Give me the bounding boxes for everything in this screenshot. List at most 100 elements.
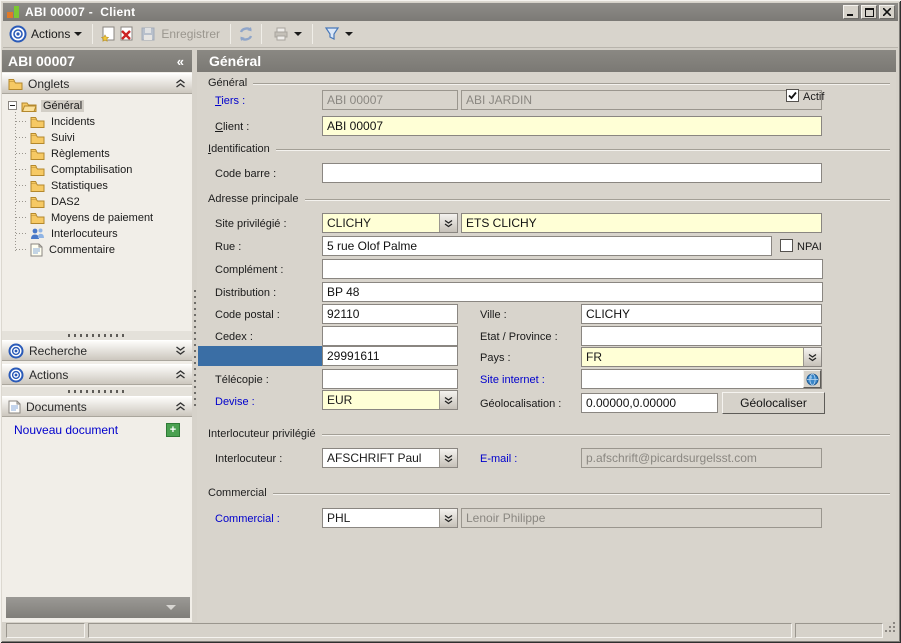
tree-item-reglements[interactable]: Règlements	[30, 146, 112, 161]
actions-menu-button[interactable]: Actions	[27, 25, 86, 43]
open-website-button[interactable]	[803, 370, 821, 388]
maximize-button[interactable]	[861, 5, 877, 19]
recherche-label: Recherche	[29, 344, 87, 358]
tree-item-label: Interlocuteurs	[49, 228, 120, 240]
site-internet-label[interactable]: Site internet :	[480, 374, 545, 386]
documents-section-header[interactable]: Documents	[2, 396, 192, 417]
onglets-section-header[interactable]: Onglets	[2, 73, 192, 94]
folder-icon	[30, 116, 45, 128]
ville-field[interactable]	[581, 304, 822, 324]
new-record-button[interactable]	[99, 25, 117, 43]
chevron-up-icon[interactable]	[175, 368, 186, 382]
chevron-down-icon[interactable]	[175, 344, 186, 358]
telecopie-field[interactable]	[322, 369, 458, 389]
sidebar-splitter[interactable]	[2, 331, 192, 340]
tiers-label[interactable]: Tiers :	[215, 95, 245, 107]
actif-label: Actif	[803, 91, 824, 103]
collapsed-panel-bar[interactable]	[6, 597, 190, 618]
group-interlocuteur: Interlocuteur privilégié	[208, 428, 890, 440]
status-bar	[3, 622, 898, 640]
tree-item-statistiques[interactable]: Statistiques	[30, 178, 110, 193]
document-icon	[8, 400, 21, 414]
chevron-up-icon[interactable]	[175, 400, 186, 414]
add-document-button[interactable]: +	[166, 423, 180, 437]
site-internet-field[interactable]	[581, 369, 822, 389]
npai-checkbox[interactable]	[780, 239, 793, 252]
commercial-label[interactable]: Commercial :	[215, 513, 280, 525]
pays-label: Pays :	[480, 352, 511, 364]
collapse-expander-icon[interactable]	[8, 101, 17, 110]
actions-section-header[interactable]: Actions	[2, 364, 192, 385]
commercial-combo[interactable]: PHL	[322, 508, 458, 528]
site-privilegie-combo[interactable]: CLICHY	[322, 213, 458, 233]
combo-dropdown-button[interactable]	[439, 449, 457, 467]
recherche-section-header[interactable]: Recherche	[2, 340, 192, 361]
combo-dropdown-button[interactable]	[439, 214, 457, 232]
group-adresse-label: Adresse principale	[208, 193, 299, 205]
devise-value: EUR	[323, 391, 439, 409]
tree-item-comptabilisation[interactable]: Comptabilisation	[30, 162, 134, 177]
complement-field[interactable]	[322, 259, 823, 279]
site-name-field[interactable]	[461, 213, 822, 233]
delete-record-button[interactable]	[117, 25, 135, 43]
tree-item-label: Statistiques	[49, 180, 110, 192]
telephone-field[interactable]	[322, 346, 458, 366]
minimize-button[interactable]	[843, 5, 859, 19]
new-document-link[interactable]: Nouveau document	[14, 423, 118, 437]
devise-combo[interactable]: EUR	[322, 390, 458, 410]
rue-field[interactable]	[322, 236, 772, 256]
sidebar-collapse-button[interactable]: «	[175, 54, 186, 69]
globe-icon	[806, 373, 819, 386]
group-general-label: Général	[208, 77, 247, 89]
etat-province-field[interactable]	[581, 326, 822, 346]
chevron-up-icon[interactable]	[175, 77, 186, 91]
email-field	[581, 448, 822, 468]
distribution-field[interactable]	[322, 282, 823, 302]
email-label[interactable]: E-mail :	[480, 453, 517, 465]
devise-label[interactable]: Devise :	[215, 396, 255, 408]
group-general: Général	[208, 77, 890, 89]
target-icon	[8, 343, 24, 359]
documents-label: Documents	[26, 400, 87, 414]
commercial-name-field	[461, 508, 822, 528]
ville-label: Ville :	[480, 309, 507, 321]
geolocaliser-button[interactable]: Géolocaliser	[722, 392, 825, 414]
tree-item-commentaire[interactable]: Commentaire	[30, 242, 117, 257]
filter-button[interactable]	[319, 23, 357, 45]
folder-icon	[30, 148, 45, 160]
tree-item-das2[interactable]: DAS2	[30, 194, 82, 209]
code-barre-field[interactable]	[322, 163, 822, 183]
resize-grip[interactable]	[884, 620, 896, 638]
app-window: ABI 00007 - Client Actions Enregistrer	[0, 0, 901, 643]
combo-dropdown-button[interactable]	[803, 348, 821, 366]
tree-item-interlocuteurs[interactable]: Interlocuteurs	[30, 226, 120, 241]
refresh-icon[interactable]	[237, 25, 255, 43]
commercial-value: PHL	[323, 509, 439, 527]
close-button[interactable]	[879, 5, 895, 19]
interlocuteur-combo[interactable]: AFSCHRIFT Paul	[322, 448, 458, 468]
code-postal-field[interactable]	[322, 304, 458, 324]
combo-dropdown-button[interactable]	[439, 509, 457, 527]
tree-item-suivi[interactable]: Suivi	[30, 130, 77, 145]
client-field[interactable]	[322, 116, 822, 136]
npai-label: NPAI	[797, 241, 822, 253]
print-button[interactable]	[268, 23, 306, 45]
group-commercial: Commercial	[208, 487, 890, 499]
pays-combo[interactable]: FR	[581, 347, 822, 367]
tree-item-general[interactable]: Général	[8, 98, 84, 113]
chevron-down-icon	[166, 605, 176, 610]
sidebar-splitter[interactable]	[2, 387, 192, 396]
telecopie-label: Télécopie :	[215, 374, 269, 386]
interlocuteur-label: Interlocuteur :	[215, 453, 282, 465]
actif-checkbox[interactable]	[786, 89, 799, 102]
tree-item-incidents[interactable]: Incidents	[30, 114, 97, 129]
combo-dropdown-button[interactable]	[439, 391, 457, 409]
target-icon	[9, 25, 27, 43]
code-postal-label: Code postal :	[215, 309, 280, 321]
open-folder-icon	[21, 100, 37, 112]
geolocalisation-field[interactable]	[581, 393, 718, 413]
telephone-label-selected[interactable]	[198, 346, 322, 366]
tree-item-moyens-de-paiement[interactable]: Moyens de paiement	[30, 210, 155, 225]
save-button[interactable]: Enregistrer	[135, 23, 224, 45]
cedex-field[interactable]	[322, 326, 458, 346]
